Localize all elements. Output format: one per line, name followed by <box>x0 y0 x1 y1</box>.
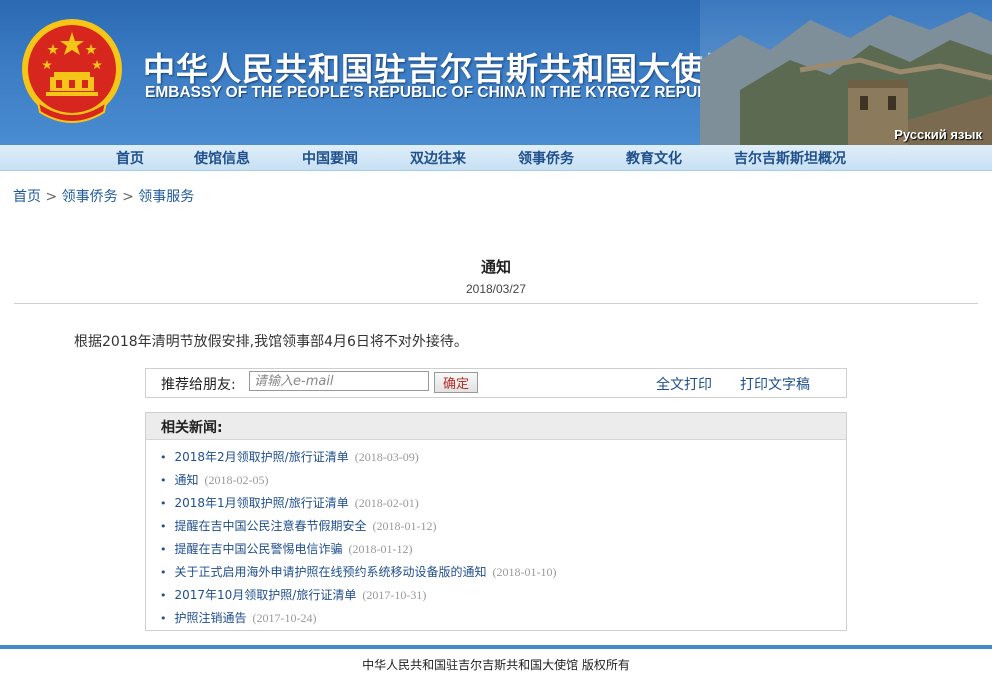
share-label: 推荐给朋友: <box>161 377 236 393</box>
list-item: • 提醒在吉中国公民警惕电信诈骗 (2018-01-12) <box>160 540 413 557</box>
news-link[interactable]: 2017年10月领取护照/旅行证清单 <box>175 588 357 602</box>
national-emblem-icon <box>22 19 122 123</box>
print-text-version-link[interactable]: 打印文字稿 <box>740 374 810 394</box>
breadcrumb-separator: > <box>122 189 134 205</box>
related-news-header: 相关新闻: <box>146 413 846 440</box>
russian-language-link[interactable]: Русский язык <box>894 127 982 142</box>
breadcrumb-separator: > <box>45 189 58 205</box>
list-item: • 2018年2月领取护照/旅行证清单 (2018-03-09) <box>160 448 419 465</box>
news-date: (2018-03-09) <box>354 450 419 464</box>
list-item: • 2018年1月领取护照/旅行证清单 (2018-02-01) <box>160 494 419 511</box>
bullet-icon: • <box>160 497 167 510</box>
news-date: (2018-02-01) <box>354 496 419 510</box>
news-date: (2018-01-12) <box>348 542 413 556</box>
news-link[interactable]: 护照注销通告 <box>175 611 247 625</box>
great-wall-landscape-image <box>700 0 992 145</box>
breadcrumb-section[interactable]: 领事侨务 <box>62 189 118 205</box>
header-banner: 中华人民共和国驻吉尔吉斯共和国大使馆 EMBASSY OF THE PEOPLE… <box>0 0 992 145</box>
article-body: 根据2018年清明节放假安排,我馆领事部4月6日将不对外接待。 <box>74 334 468 350</box>
bullet-icon: • <box>160 474 167 487</box>
nav-item-kyrgyzstan-overview[interactable]: 吉尔吉斯斯坦概况 <box>734 148 846 168</box>
nav-item-home[interactable]: 首页 <box>116 148 144 168</box>
nav-item-education-culture[interactable]: 教育文化 <box>626 148 682 168</box>
share-submit-button[interactable]: 确定 <box>434 372 478 393</box>
bullet-icon: • <box>160 589 167 602</box>
footer-divider <box>0 645 992 649</box>
email-input[interactable] <box>249 371 429 391</box>
print-full-text-link[interactable]: 全文打印 <box>656 374 712 394</box>
article-date: 2018/03/27 <box>465 282 527 296</box>
list-item: • 提醒在吉中国公民注意春节假期安全 (2018-01-12) <box>160 517 437 534</box>
news-link[interactable]: 提醒在吉中国公民警惕电信诈骗 <box>175 542 343 556</box>
list-item: • 2017年10月领取护照/旅行证清单 (2017-10-31) <box>160 586 426 603</box>
footer-copyright: 中华人民共和国驻吉尔吉斯共和国大使馆 版权所有 <box>362 658 630 672</box>
bullet-icon: • <box>160 451 167 464</box>
nav-item-bilateral[interactable]: 双边往来 <box>410 148 466 168</box>
list-item: • 护照注销通告 (2017-10-24) <box>160 609 317 626</box>
breadcrumb: 首页 > 领事侨务 > 领事服务 <box>13 186 194 206</box>
news-date: (2017-10-24) <box>252 611 317 625</box>
list-item: • 通知 (2018-02-05) <box>160 471 269 488</box>
site-title-english: EMBASSY OF THE PEOPLE'S REPUBLIC OF CHIN… <box>145 84 734 101</box>
related-news-title: 相关新闻: <box>161 420 223 436</box>
share-box: 推荐给朋友: 确定 全文打印 打印文字稿 <box>145 368 847 398</box>
breadcrumb-current[interactable]: 领事服务 <box>138 189 194 205</box>
list-item: • 关于正式启用海外申请护照在线预约系统移动设备版的通知 (2018-01-10) <box>160 563 557 580</box>
news-link[interactable]: 2018年2月领取护照/旅行证清单 <box>175 450 349 464</box>
article-divider <box>14 303 978 304</box>
nav-item-embassy-info[interactable]: 使馆信息 <box>194 148 250 168</box>
news-date: (2018-02-05) <box>204 473 269 487</box>
news-date: (2018-01-12) <box>372 519 437 533</box>
nav-item-consular[interactable]: 领事侨务 <box>518 148 574 168</box>
news-link[interactable]: 关于正式启用海外申请护照在线预约系统移动设备版的通知 <box>175 565 487 579</box>
article-title: 通知 <box>480 258 511 276</box>
nav-item-china-news[interactable]: 中国要闻 <box>302 148 358 168</box>
bullet-icon: • <box>160 566 167 579</box>
main-nav: 首页 使馆信息 中国要闻 双边往来 领事侨务 教育文化 吉尔吉斯斯坦概况 <box>0 145 992 171</box>
news-link[interactable]: 提醒在吉中国公民注意春节假期安全 <box>175 519 367 533</box>
news-link[interactable]: 2018年1月领取护照/旅行证清单 <box>175 496 349 510</box>
bullet-icon: • <box>160 612 167 625</box>
breadcrumb-home[interactable]: 首页 <box>13 189 41 205</box>
bullet-icon: • <box>160 520 167 533</box>
related-news-box: 相关新闻: • 2018年2月领取护照/旅行证清单 (2018-03-09) • 通知… <box>145 412 847 631</box>
news-date: (2018-01-10) <box>492 565 557 579</box>
news-date: (2017-10-31) <box>362 588 427 602</box>
news-link[interactable]: 通知 <box>175 473 199 487</box>
bullet-icon: • <box>160 543 167 556</box>
